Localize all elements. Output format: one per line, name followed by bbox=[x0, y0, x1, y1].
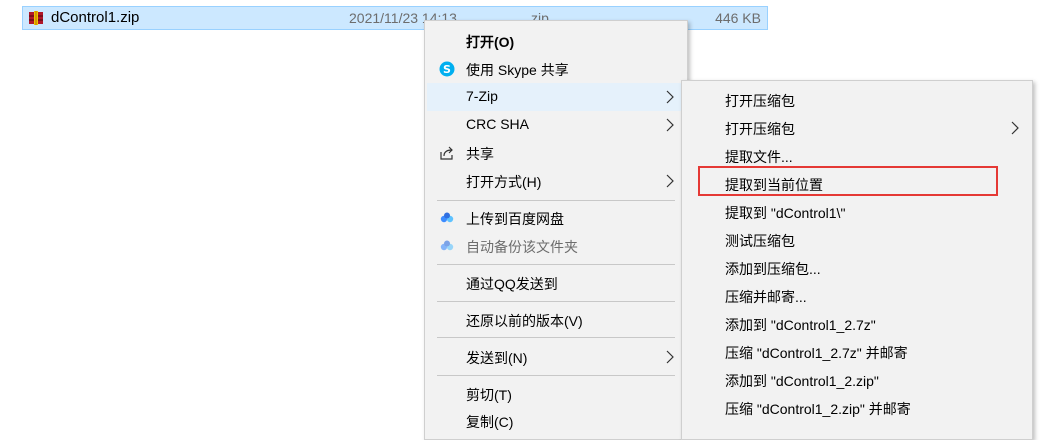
menu-item-label: 打开压缩包 bbox=[725, 121, 795, 137]
baidu-netdisk-icon bbox=[440, 240, 454, 251]
menu-separator bbox=[437, 375, 675, 376]
menu-item-label: 添加到 "dControl1_2.7z" bbox=[725, 317, 876, 333]
menu-item-7zip[interactable]: 7-Zip bbox=[427, 83, 685, 111]
7zip-submenu: 打开压缩包 打开压缩包 提取文件... 提取到当前位置 提取到 "dContro… bbox=[681, 80, 1033, 440]
menu-item-restore-versions[interactable]: 还原以前的版本(V) bbox=[427, 306, 685, 334]
menu-item-open[interactable]: 打开(O) bbox=[427, 27, 685, 55]
chevron-right-icon bbox=[1011, 121, 1019, 135]
menu-item-label: 添加到压缩包... bbox=[725, 261, 821, 277]
context-menu: 打开(O) S 使用 Skype 共享 7-Zip CRC SHA 共享 打开方… bbox=[424, 20, 688, 440]
menu-item-label: 上传到百度网盘 bbox=[466, 211, 564, 227]
submenu-item-add-to-zip[interactable]: 添加到 "dControl1_2.zip" bbox=[684, 366, 1030, 394]
menu-item-label: 自动备份该文件夹 bbox=[466, 239, 578, 255]
menu-item-label: 提取文件... bbox=[725, 149, 793, 165]
file-size: 446 KB bbox=[715, 10, 761, 26]
menu-item-cut[interactable]: 剪切(T) bbox=[427, 380, 685, 408]
submenu-item-add-to-7z[interactable]: 添加到 "dControl1_2.7z" bbox=[684, 310, 1030, 338]
menu-item-share[interactable]: 共享 bbox=[427, 139, 685, 167]
file-name: dControl1.zip bbox=[51, 9, 140, 26]
menu-item-label: 打开方式(H) bbox=[466, 174, 542, 190]
menu-separator bbox=[437, 200, 675, 201]
highlight-annotation-box bbox=[698, 166, 998, 196]
submenu-item-open-archive[interactable]: 打开压缩包 bbox=[684, 86, 1030, 114]
chevron-right-icon bbox=[666, 90, 674, 104]
winrar-zip-icon bbox=[29, 11, 43, 25]
menu-item-open-with[interactable]: 打开方式(H) bbox=[427, 167, 685, 195]
menu-item-label: 压缩并邮寄... bbox=[725, 289, 807, 305]
menu-item-label: 打开压缩包 bbox=[725, 93, 795, 109]
menu-item-label: CRC SHA bbox=[466, 116, 530, 132]
menu-separator bbox=[437, 264, 675, 265]
submenu-item-test-archive[interactable]: 测试压缩包 bbox=[684, 226, 1030, 254]
menu-item-label: 共享 bbox=[466, 146, 494, 162]
menu-item-label: 压缩 "dControl1_2.zip" 并邮寄 bbox=[725, 401, 911, 417]
chevron-right-icon bbox=[666, 174, 674, 188]
submenu-item-compress-zip-email[interactable]: 压缩 "dControl1_2.zip" 并邮寄 bbox=[684, 394, 1030, 422]
menu-item-label: 7-Zip bbox=[466, 88, 498, 104]
submenu-item-extract-to-folder[interactable]: 提取到 "dControl1\" bbox=[684, 198, 1030, 226]
menu-item-label: 通过QQ发送到 bbox=[466, 276, 558, 292]
menu-item-copy[interactable]: 复制(C) bbox=[427, 407, 685, 435]
skype-icon: S bbox=[439, 61, 455, 77]
menu-item-label: 压缩 "dControl1_2.7z" 并邮寄 bbox=[725, 345, 908, 361]
chevron-right-icon bbox=[666, 118, 674, 132]
baidu-netdisk-icon bbox=[440, 212, 454, 223]
menu-item-crc-sha[interactable]: CRC SHA bbox=[427, 111, 685, 139]
menu-item-label: 发送到(N) bbox=[466, 350, 528, 366]
menu-item-label: 提取到 "dControl1\" bbox=[725, 205, 846, 221]
menu-item-label: 打开(O) bbox=[466, 34, 515, 50]
menu-item-upload-baidu[interactable]: 上传到百度网盘 bbox=[427, 204, 685, 232]
menu-item-skype-share[interactable]: S 使用 Skype 共享 bbox=[427, 55, 685, 83]
submenu-item-compress-7z-email[interactable]: 压缩 "dControl1_2.7z" 并邮寄 bbox=[684, 338, 1030, 366]
menu-item-send-qq[interactable]: 通过QQ发送到 bbox=[427, 269, 685, 297]
menu-item-auto-backup[interactable]: 自动备份该文件夹 bbox=[427, 232, 685, 260]
menu-item-label: 使用 Skype 共享 bbox=[466, 62, 569, 78]
svg-text:S: S bbox=[443, 63, 451, 76]
menu-item-label: 复制(C) bbox=[466, 414, 514, 430]
submenu-item-add-to-archive[interactable]: 添加到压缩包... bbox=[684, 254, 1030, 282]
submenu-item-compress-email[interactable]: 压缩并邮寄... bbox=[684, 282, 1030, 310]
chevron-right-icon bbox=[666, 350, 674, 364]
menu-item-label: 剪切(T) bbox=[466, 387, 512, 403]
menu-item-label: 还原以前的版本(V) bbox=[466, 313, 583, 329]
menu-separator bbox=[437, 337, 675, 338]
menu-item-send-to[interactable]: 发送到(N) bbox=[427, 343, 685, 371]
share-icon bbox=[440, 146, 453, 160]
menu-item-label: 测试压缩包 bbox=[725, 233, 795, 249]
submenu-item-open-archive-more[interactable]: 打开压缩包 bbox=[684, 114, 1030, 142]
menu-item-label: 添加到 "dControl1_2.zip" bbox=[725, 373, 879, 389]
menu-separator bbox=[437, 301, 675, 302]
